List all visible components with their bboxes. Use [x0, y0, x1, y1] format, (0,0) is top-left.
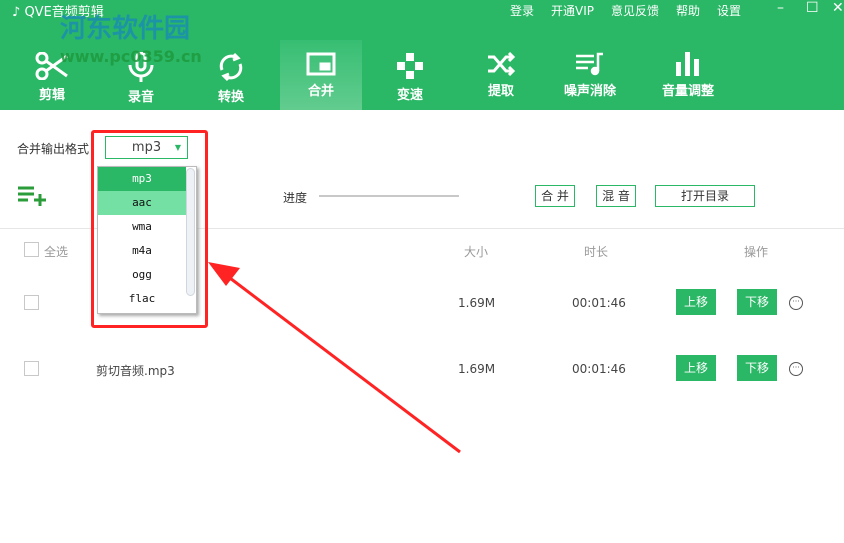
annotation-arrow-icon [208, 262, 461, 454]
